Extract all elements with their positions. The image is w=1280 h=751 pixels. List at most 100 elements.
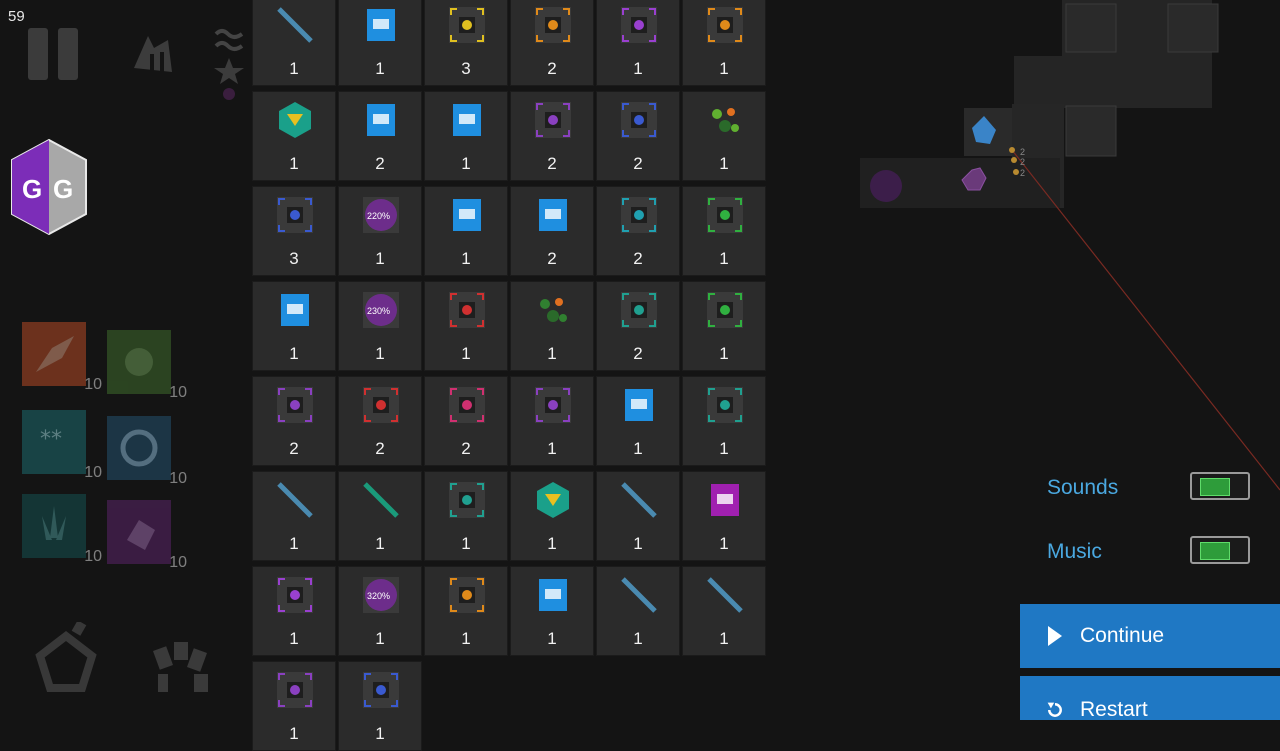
game-guardian-logo-icon[interactable]: G G bbox=[8, 138, 90, 236]
item-count: 1 bbox=[633, 439, 643, 458]
inventory-slot[interactable]: 2 bbox=[424, 376, 508, 466]
purple-chip-icon bbox=[277, 672, 313, 708]
inventory-slot[interactable]: 220% 1 bbox=[338, 186, 422, 276]
inventory-slot[interactable]: 1 bbox=[510, 376, 594, 466]
inventory-slot[interactable]: 1 bbox=[682, 91, 766, 181]
inventory-slot[interactable]: 1 bbox=[682, 566, 766, 656]
inventory-slot[interactable]: 2 bbox=[596, 91, 680, 181]
inventory-slot[interactable]: 1 bbox=[252, 0, 336, 86]
inventory-slot[interactable]: 1 bbox=[510, 471, 594, 561]
inventory-slot[interactable]: 1 bbox=[510, 566, 594, 656]
inventory-slot[interactable]: 2 bbox=[338, 91, 422, 181]
item-count: 2 bbox=[375, 439, 385, 458]
item-count: 1 bbox=[289, 534, 299, 553]
inventory-slot[interactable]: 1 bbox=[252, 566, 336, 656]
inventory-slot[interactable]: 320% 1 bbox=[338, 566, 422, 656]
research-tree-icon[interactable] bbox=[150, 636, 214, 696]
inventory-slot[interactable]: 1 bbox=[596, 471, 680, 561]
item-count: 1 bbox=[289, 154, 299, 173]
ability-level: 10 bbox=[84, 376, 102, 393]
inventory-slot[interactable]: 1 bbox=[424, 186, 508, 276]
inventory-slot[interactable]: 1 bbox=[252, 661, 336, 751]
inventory-slot[interactable]: 1 bbox=[338, 661, 422, 751]
item-count: 1 bbox=[633, 59, 643, 78]
item-count: 1 bbox=[289, 59, 299, 78]
core-tower-icon[interactable] bbox=[34, 622, 98, 694]
inventory-slot[interactable]: 1 bbox=[424, 471, 508, 561]
gun-tower-icon bbox=[707, 577, 743, 613]
inventory-slot[interactable]: 1 bbox=[596, 376, 680, 466]
inventory-slot[interactable]: 1 bbox=[682, 471, 766, 561]
inventory-slot[interactable]: 2 bbox=[252, 376, 336, 466]
inventory-slot[interactable]: 2 bbox=[596, 186, 680, 276]
inventory-slot[interactable]: 1 bbox=[510, 281, 594, 371]
inventory-slot[interactable]: 1 bbox=[682, 281, 766, 371]
blue-chip-icon bbox=[621, 102, 657, 138]
inventory-slot[interactable]: 1 bbox=[682, 376, 766, 466]
item-count: 1 bbox=[547, 344, 557, 363]
inventory-slot[interactable]: 1 bbox=[424, 91, 508, 181]
item-count: 3 bbox=[289, 249, 299, 268]
inventory-slot[interactable]: 2 bbox=[596, 281, 680, 371]
purple-chip-icon bbox=[277, 387, 313, 423]
music-icon bbox=[621, 7, 657, 43]
item-count: 1 bbox=[289, 724, 299, 743]
map-view: 2 2 2 bbox=[860, 0, 1280, 491]
loot-bag-icon bbox=[127, 520, 155, 550]
meteor-icon bbox=[36, 336, 74, 372]
speed-indicator-icon bbox=[214, 29, 244, 100]
inventory-slot[interactable]: 2 bbox=[510, 0, 594, 86]
item-count: 2 bbox=[633, 249, 643, 268]
restart-button[interactable]: Restart bbox=[1020, 676, 1280, 721]
thorns-icon bbox=[42, 506, 66, 540]
inventory-slot[interactable]: 1 bbox=[338, 0, 422, 86]
whirl-ability-button[interactable]: 10 bbox=[107, 416, 187, 487]
teal-gem-icon bbox=[537, 482, 569, 518]
inventory-slot[interactable]: 2 bbox=[510, 186, 594, 276]
palette-icon[interactable] bbox=[124, 28, 178, 82]
fire-ability-button[interactable]: 10 bbox=[22, 322, 102, 393]
inventory-slot[interactable]: 1 bbox=[338, 471, 422, 561]
thorns-ability-button[interactable]: 10 bbox=[22, 494, 102, 565]
green-stick-icon bbox=[363, 482, 399, 518]
inventory-slot[interactable]: 3 bbox=[424, 0, 508, 86]
blueprint-icon bbox=[539, 199, 567, 231]
blueprint-icon bbox=[539, 579, 567, 611]
inventory-slot[interactable]: 1 bbox=[596, 566, 680, 656]
item-count: 1 bbox=[375, 59, 385, 78]
item-count: 2 bbox=[547, 154, 557, 173]
inventory-slot[interactable]: 1 bbox=[682, 186, 766, 276]
freeze-ability-button[interactable]: ** 10 bbox=[22, 410, 102, 481]
inventory-slot[interactable]: 1 bbox=[424, 566, 508, 656]
inventory-slot[interactable]: 1 bbox=[596, 0, 680, 86]
inventory-slot[interactable]: 1 bbox=[424, 281, 508, 371]
item-count: 1 bbox=[289, 629, 299, 648]
orange-chip-icon bbox=[707, 7, 743, 43]
item-count: 1 bbox=[375, 534, 385, 553]
inventory-slot[interactable]: 1 bbox=[252, 471, 336, 561]
sounds-toggle[interactable] bbox=[1190, 472, 1250, 500]
item-count: 2 bbox=[547, 59, 557, 78]
music-toggle[interactable] bbox=[1190, 536, 1250, 564]
inventory-slot[interactable]: 2 bbox=[510, 91, 594, 181]
continue-button[interactable]: Continue bbox=[1020, 604, 1280, 668]
inventory-slot[interactable]: 3 bbox=[252, 186, 336, 276]
inventory-slot[interactable]: 1 bbox=[252, 281, 336, 371]
inventory-slot[interactable]: 1 bbox=[252, 91, 336, 181]
svg-text:G: G bbox=[53, 174, 73, 204]
pause-button[interactable] bbox=[26, 28, 82, 82]
poison-ability-button[interactable]: 10 bbox=[107, 330, 187, 401]
inventory-slot[interactable]: 230% 1 bbox=[338, 281, 422, 371]
inventory-slot[interactable]: 2 bbox=[338, 376, 422, 466]
item-count: 1 bbox=[375, 724, 385, 743]
sounds-label: Sounds bbox=[1047, 476, 1119, 499]
gun-tower-icon bbox=[277, 7, 313, 43]
ability-level: 10 bbox=[169, 384, 187, 401]
loot-ability-button[interactable]: 10 bbox=[107, 500, 187, 571]
purple-blueprint-icon bbox=[711, 484, 739, 516]
ability-level: 10 bbox=[169, 554, 187, 571]
green-chip-icon bbox=[707, 197, 743, 233]
inventory-slot[interactable]: 1 bbox=[682, 0, 766, 86]
blueprint-icon bbox=[367, 104, 395, 136]
xp-chip-icon bbox=[621, 197, 657, 233]
